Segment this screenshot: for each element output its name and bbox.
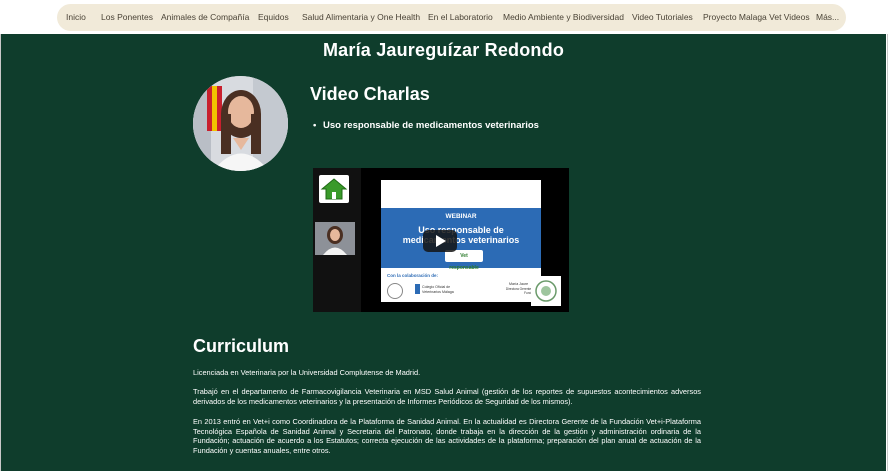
nav-item-en-el-laboratorio[interactable]: En el Laboratorio	[428, 4, 493, 31]
nav-item-video-tutoriales[interactable]: Video Tutoriales	[632, 4, 693, 31]
talks-list: Uso responsable de medicamentos veterina…	[313, 120, 539, 131]
home-icon	[320, 178, 348, 200]
speaker-avatar	[193, 76, 288, 171]
nav-item-equidos[interactable]: Equidos	[258, 4, 289, 31]
fundacion-logo	[531, 276, 561, 306]
top-navigation-bar: Inicio Los Ponentes Animales de Compañía…	[0, 0, 888, 34]
nav-item-proyecto-malaga[interactable]: Proyecto Malaga Vet Videos	[703, 4, 810, 31]
slide-label: WEBINAR	[445, 213, 477, 220]
video-player[interactable]: WEBINAR Uso responsable de medicamentos …	[313, 168, 569, 312]
collaboration-label: Con la colaboración de:	[387, 273, 439, 278]
slide-title-line1: Uso responsable de	[418, 225, 504, 235]
presenter-webcam	[315, 222, 355, 255]
nav-item-los-ponentes[interactable]: Los Ponentes	[101, 4, 153, 31]
curriculum-heading: Curriculum	[193, 336, 290, 356]
presentation-slide: WEBINAR Uso responsable de medicamentos …	[381, 180, 541, 302]
home-button[interactable]	[319, 175, 349, 203]
presenter-webcam-image	[315, 222, 355, 255]
laurel-emblem-icon	[535, 280, 557, 302]
nav-item-salud-alimentaria[interactable]: Salud Alimentaria y One Health	[302, 4, 420, 31]
video-charlas-heading: Video Charlas	[310, 84, 430, 104]
talk-item[interactable]: Uso responsable de medicamentos veterina…	[313, 120, 539, 131]
cv-paragraph-3: En 2013 entró en Vet+i como Coordinadora…	[193, 417, 701, 455]
play-button[interactable]	[423, 230, 457, 252]
play-icon	[436, 235, 446, 247]
nav-item-inicio[interactable]: Inicio	[66, 4, 86, 31]
speaker-name-heading: María Jaureguízar Redondo	[322, 40, 565, 60]
slide-title-line2: medicamentos veterinarios	[402, 235, 520, 245]
nav-item-mas[interactable]: Más...	[816, 4, 839, 31]
seal-icon	[387, 283, 403, 299]
main-content: María Jaureguízar Redondo Video Charlas …	[1, 34, 886, 471]
speaker-photo	[193, 76, 288, 171]
college-logo-text: Colegio Oficial de Veterinarios Málaga	[422, 285, 454, 294]
nav-item-animales-de-compania[interactable]: Animales de Compañía	[161, 4, 249, 31]
cv-paragraph-2: Trabajó en el departamento de Farmacovig…	[193, 387, 701, 406]
college-logo-icon	[415, 284, 420, 294]
cv-paragraph-1: Licenciada en Veterinaria por la Univers…	[193, 368, 421, 377]
nav-menu: Inicio Los Ponentes Animales de Compañía…	[57, 4, 846, 31]
nav-item-medio-ambiente[interactable]: Medio Ambiente y Biodiversidad	[503, 4, 624, 31]
presenter-name-small: María Jaure	[509, 282, 529, 286]
